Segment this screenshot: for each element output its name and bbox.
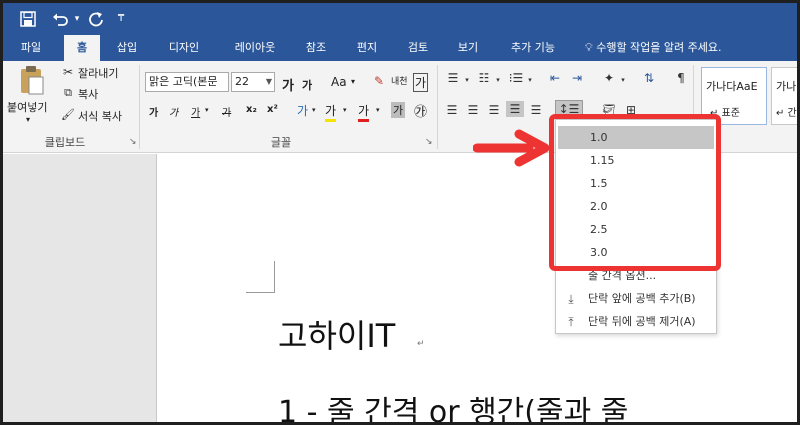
remove-space-after-label: 단락 뒤에 공백 제거(A) bbox=[588, 315, 696, 328]
multilevel-dropdown-icon[interactable]: ▾ bbox=[526, 72, 534, 88]
copy-icon: ⧉ bbox=[64, 86, 72, 99]
format-painter-icon: 🖌︎ bbox=[61, 108, 75, 121]
style-no-spacing-name: ↵ 간격 bbox=[776, 108, 797, 119]
space-after-icon: ⤒ bbox=[568, 315, 574, 329]
style-no-spacing[interactable]: 가나다 ↵ 간격 bbox=[771, 67, 797, 125]
font-size-combo[interactable]: 22 ▼ bbox=[231, 72, 275, 92]
format-painter-button[interactable]: 서식 복사 bbox=[78, 108, 122, 124]
paste-dropdown-icon[interactable]: ▾ bbox=[26, 115, 30, 124]
app-window: ▾ ₸ 파일 홈 삽입 디자인 레이아웃 참조 편지 검토 보기 추가 기능 💡… bbox=[0, 0, 800, 425]
font-name-value: 맑은 고딕(본문 bbox=[149, 75, 218, 88]
numbering-icon[interactable]: ☷ bbox=[474, 70, 494, 86]
enclose-characters-button[interactable]: ㉮ bbox=[414, 101, 427, 120]
tab-layout[interactable]: 레이아웃 bbox=[226, 35, 284, 61]
text-effects-dropdown-icon[interactable]: ▾ bbox=[312, 106, 316, 114]
increase-indent-icon[interactable]: ⇥ bbox=[567, 70, 587, 86]
chevron-down-icon: ▼ bbox=[265, 77, 272, 86]
align-right-icon[interactable]: ☰ bbox=[485, 102, 503, 118]
paragraph-mark-icon: ↵ bbox=[417, 339, 425, 349]
crop-mark bbox=[274, 261, 275, 293]
change-case-dropdown-icon[interactable]: ▾ bbox=[351, 77, 355, 86]
customize-qat-icon[interactable]: ₸ bbox=[115, 8, 127, 30]
annotation-arrow-icon bbox=[473, 129, 550, 167]
decrease-indent-icon[interactable]: ⇤ bbox=[545, 70, 565, 86]
phonetic-guide-button[interactable]: 내천 bbox=[391, 74, 408, 87]
bullets-dropdown-icon[interactable]: ▾ bbox=[463, 72, 471, 88]
grow-font-button[interactable]: 가 bbox=[282, 75, 294, 94]
subscript-button[interactable]: x₂ bbox=[246, 104, 257, 115]
undo-dropdown-icon[interactable]: ▾ bbox=[72, 8, 82, 30]
align-center-icon[interactable]: ☰ bbox=[464, 102, 482, 118]
font-name-combo[interactable]: 맑은 고딕(본문 bbox=[145, 72, 229, 92]
bullets-icon[interactable]: ☰ bbox=[443, 70, 463, 86]
lightbulb-icon: 💡︎ bbox=[585, 41, 593, 54]
copy-button[interactable]: 복사 bbox=[78, 86, 98, 102]
character-border-button[interactable]: 가 bbox=[413, 73, 429, 92]
tab-home[interactable]: 홈 bbox=[64, 35, 100, 61]
tab-mailings[interactable]: 편지 bbox=[348, 35, 386, 61]
redo-icon[interactable] bbox=[85, 8, 107, 30]
numbering-dropdown-icon[interactable]: ▾ bbox=[494, 72, 502, 88]
asian-layout-dropdown-icon[interactable]: ▾ bbox=[619, 72, 627, 88]
font-size-value: 22 bbox=[235, 75, 249, 88]
paste-button[interactable]: 붙여넣기 bbox=[7, 99, 47, 115]
asian-layout-icon[interactable]: ✦ bbox=[599, 70, 619, 86]
document-body-text[interactable]: 1 - 줄 간격 or 행간(줄과 줄 bbox=[278, 387, 628, 422]
change-case-button[interactable]: Aa bbox=[331, 75, 347, 89]
clipboard-group-label: 클립보드 bbox=[44, 136, 86, 149]
paste-icon[interactable] bbox=[17, 65, 47, 97]
undo-icon[interactable] bbox=[49, 8, 71, 30]
tab-references[interactable]: 참조 bbox=[296, 35, 336, 61]
group-divider bbox=[437, 65, 438, 149]
clipboard-launcher-icon[interactable]: ↘ bbox=[129, 137, 137, 147]
add-space-before-command[interactable]: ⤓ 단락 앞에 공백 추가(B) bbox=[556, 288, 716, 310]
sort-icon[interactable]: ⇅ bbox=[639, 70, 659, 86]
italic-button[interactable]: 가 bbox=[169, 104, 178, 119]
ribbon-tabs: 파일 홈 삽입 디자인 레이아웃 참조 편지 검토 보기 추가 기능 💡︎ 수행… bbox=[3, 35, 797, 61]
tell-me-box[interactable]: 💡︎ 수행할 작업을 알려 주세요. bbox=[585, 35, 722, 61]
style-no-spacing-preview: 가나다 bbox=[776, 80, 797, 93]
tab-insert[interactable]: 삽입 bbox=[109, 35, 145, 61]
title-bar: ▾ ₸ bbox=[3, 3, 797, 35]
group-divider bbox=[139, 65, 140, 149]
tab-review[interactable]: 검토 bbox=[399, 35, 437, 61]
save-icon[interactable] bbox=[17, 8, 39, 30]
font-color-button[interactable]: 가 bbox=[358, 102, 370, 122]
tell-me-text: 수행할 작업을 알려 주세요. bbox=[596, 41, 722, 54]
tab-file[interactable]: 파일 bbox=[13, 35, 49, 61]
annotation-highlight-box bbox=[549, 114, 721, 271]
justify-icon[interactable]: ☰ bbox=[506, 101, 524, 117]
font-group-label: 글꼴 bbox=[270, 136, 292, 149]
distributed-icon[interactable]: ☰ bbox=[527, 102, 545, 118]
tab-design[interactable]: 디자인 bbox=[160, 35, 208, 61]
remove-space-after-command[interactable]: ⤒ 단락 뒤에 공백 제거(A) bbox=[556, 311, 716, 333]
multilevel-list-icon[interactable]: ⁝☰ bbox=[506, 70, 526, 86]
strikethrough-button[interactable]: 가 bbox=[222, 104, 231, 119]
text-effects-button[interactable]: 가 bbox=[297, 102, 308, 119]
font-color-dropdown-icon[interactable]: ▾ bbox=[376, 106, 380, 114]
underline-button[interactable]: 가 bbox=[191, 104, 200, 119]
tab-view[interactable]: 보기 bbox=[449, 35, 487, 61]
show-marks-icon[interactable]: ¶ bbox=[671, 70, 691, 86]
shrink-font-button[interactable]: 가 bbox=[302, 77, 312, 93]
scissors-icon: ✂ bbox=[62, 65, 74, 79]
highlight-button[interactable]: 가 bbox=[325, 102, 337, 122]
crop-mark bbox=[246, 292, 275, 293]
add-space-before-label: 단락 앞에 공백 추가(B) bbox=[588, 292, 696, 305]
align-left-icon[interactable]: ☰ bbox=[443, 102, 461, 118]
font-launcher-icon[interactable]: ↘ bbox=[425, 137, 433, 147]
tab-addins[interactable]: 추가 기능 bbox=[501, 35, 565, 61]
clear-formatting-icon[interactable]: ✎ bbox=[371, 73, 387, 89]
superscript-button[interactable]: x² bbox=[267, 104, 278, 115]
bold-button[interactable]: 가 bbox=[149, 104, 158, 119]
style-normal-preview: 가나다AaE bbox=[706, 80, 758, 93]
cut-button[interactable]: 잘라내기 bbox=[78, 65, 118, 81]
underline-dropdown-icon[interactable]: ▾ bbox=[205, 106, 209, 114]
highlight-dropdown-icon[interactable]: ▾ bbox=[343, 106, 347, 114]
document-heading[interactable]: 고하이IT bbox=[278, 311, 395, 357]
character-shading-button[interactable]: 가 bbox=[391, 102, 406, 118]
space-before-icon: ⤓ bbox=[568, 292, 574, 306]
